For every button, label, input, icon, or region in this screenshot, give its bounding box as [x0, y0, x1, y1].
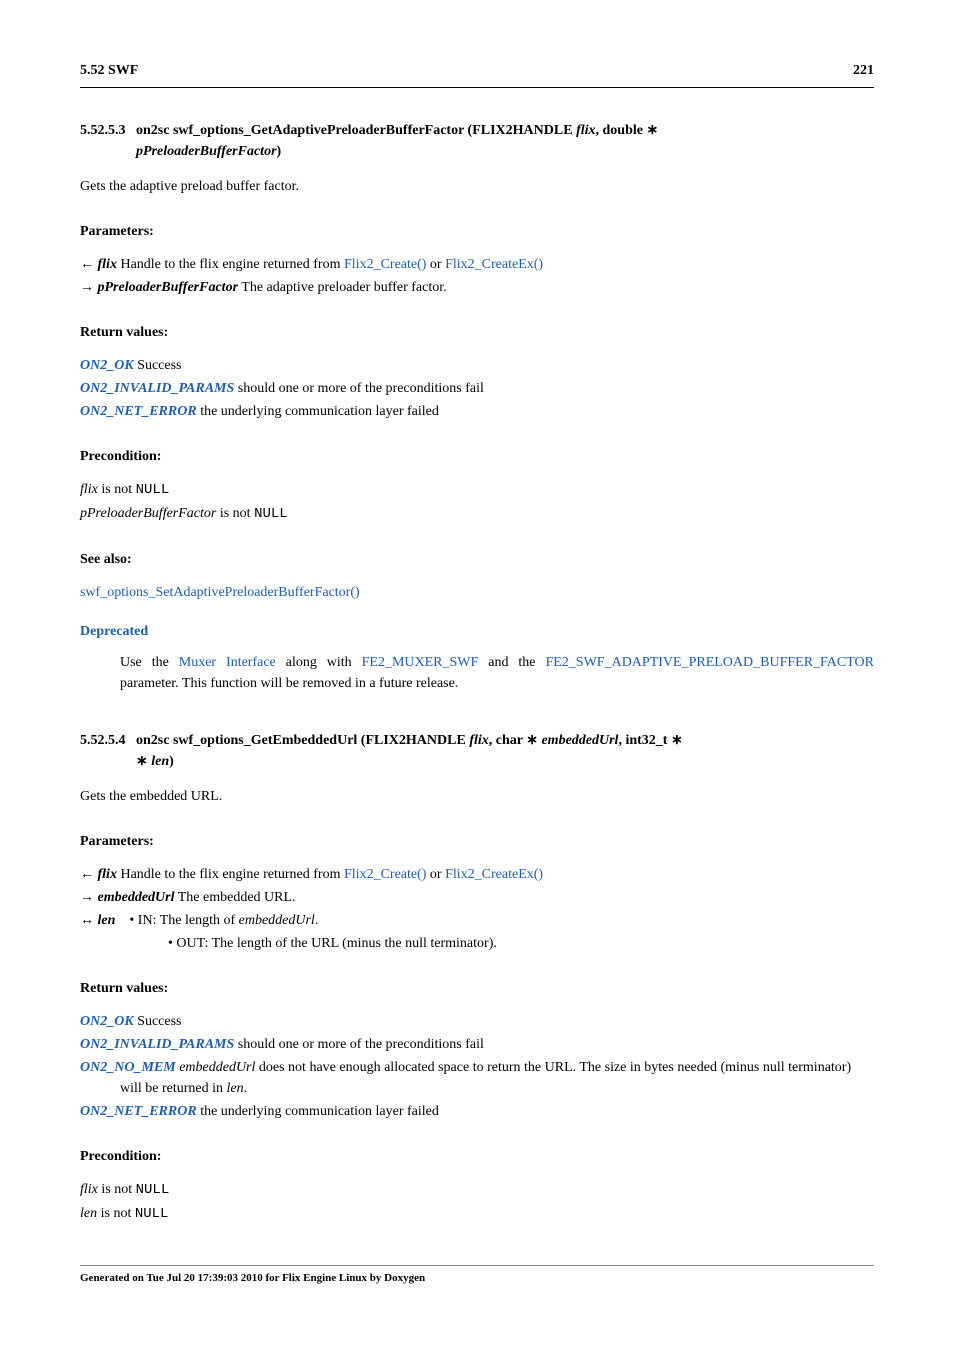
params-heading: Parameters: [80, 221, 874, 242]
header-page: 221 [853, 60, 874, 81]
sec1-desc: Gets the adaptive preload buffer factor. [80, 176, 874, 197]
sec2-desc: Gets the embedded URL. [80, 786, 874, 807]
rv-invalid: ON2_INVALID_PARAMS should one or more of… [120, 1034, 874, 1055]
pre-flix: flix is not NULL [80, 1179, 874, 1201]
rv-nomem: ON2_NO_MEM embeddedUrl does not have eno… [120, 1057, 874, 1099]
param-len-out: • OUT: The length of the URL (minus the … [168, 933, 874, 954]
link-on2-no-mem[interactable]: ON2_NO_MEM [80, 1060, 176, 1075]
link-fe2-swf-adaptive[interactable]: FE2_SWF_ADAPTIVE_PRELOAD_BUFFER_FACTOR [545, 655, 874, 670]
deprecated-text: Use the Muxer Interface along with FE2_M… [120, 652, 874, 694]
deprecated-heading[interactable]: Deprecated [80, 624, 148, 639]
link-muxer-interface[interactable]: Muxer Interface [179, 655, 276, 670]
link-on2-net-error[interactable]: ON2_NET_ERROR [80, 1104, 197, 1119]
rv-ok: ON2_OK Success [120, 1011, 874, 1032]
link-on2-ok[interactable]: ON2_OK [80, 358, 134, 373]
header-left: 5.52 SWF [80, 60, 138, 81]
params-heading: Parameters: [80, 831, 874, 852]
precond-heading: Precondition: [80, 446, 874, 467]
param-embeddedurl: → embeddedUrl The embedded URL. [120, 887, 874, 908]
sec1-heading: 5.52.5.3 on2sc swf_options_GetAdaptivePr… [80, 120, 874, 162]
link-flix2-createex[interactable]: Flix2_CreateEx() [445, 867, 543, 882]
rv-net: ON2_NET_ERROR the underlying communicati… [120, 401, 874, 422]
page-header: 5.52 SWF 221 [80, 60, 874, 88]
rv-ok: ON2_OK Success [120, 355, 874, 376]
seealso-link-row: swf_options_SetAdaptivePreloaderBufferFa… [80, 582, 874, 603]
link-flix2-create[interactable]: Flix2_Create() [344, 257, 426, 272]
param-len-in: ↔ len • IN: The length of embeddedUrl. [136, 910, 874, 931]
param-flix: ← flix Handle to the flix engine returne… [120, 864, 874, 885]
sec2-heading: 5.52.5.4 on2sc swf_options_GetEmbeddedUr… [80, 730, 874, 772]
link-fe2-muxer-swf[interactable]: FE2_MUXER_SWF [362, 655, 479, 670]
retval-heading: Return values: [80, 322, 874, 343]
rv-net: ON2_NET_ERROR the underlying communicati… [120, 1101, 874, 1122]
param-ppreloader: → pPreloaderBufferFactor The adaptive pr… [120, 277, 874, 298]
pre-ppreloader: pPreloaderBufferFactor is not NULL [80, 503, 874, 525]
page-footer: Generated on Tue Jul 20 17:39:03 2010 fo… [80, 1265, 874, 1287]
link-swf-set-adaptive[interactable]: swf_options_SetAdaptivePreloaderBufferFa… [80, 585, 360, 600]
pre-flix: flix is not NULL [80, 479, 874, 501]
link-flix2-createex[interactable]: Flix2_CreateEx() [445, 257, 543, 272]
link-on2-invalid-params[interactable]: ON2_INVALID_PARAMS [80, 1037, 234, 1052]
link-on2-invalid-params[interactable]: ON2_INVALID_PARAMS [80, 381, 234, 396]
precond-heading: Precondition: [80, 1146, 874, 1167]
rv-invalid: ON2_INVALID_PARAMS should one or more of… [120, 378, 874, 399]
link-flix2-create[interactable]: Flix2_Create() [344, 867, 426, 882]
retval-heading: Return values: [80, 978, 874, 999]
link-on2-ok[interactable]: ON2_OK [80, 1014, 134, 1029]
link-on2-net-error[interactable]: ON2_NET_ERROR [80, 404, 197, 419]
param-flix: ← flix Handle to the flix engine returne… [120, 254, 874, 275]
pre-len: len is not NULL [80, 1203, 874, 1225]
seealso-heading: See also: [80, 549, 874, 570]
